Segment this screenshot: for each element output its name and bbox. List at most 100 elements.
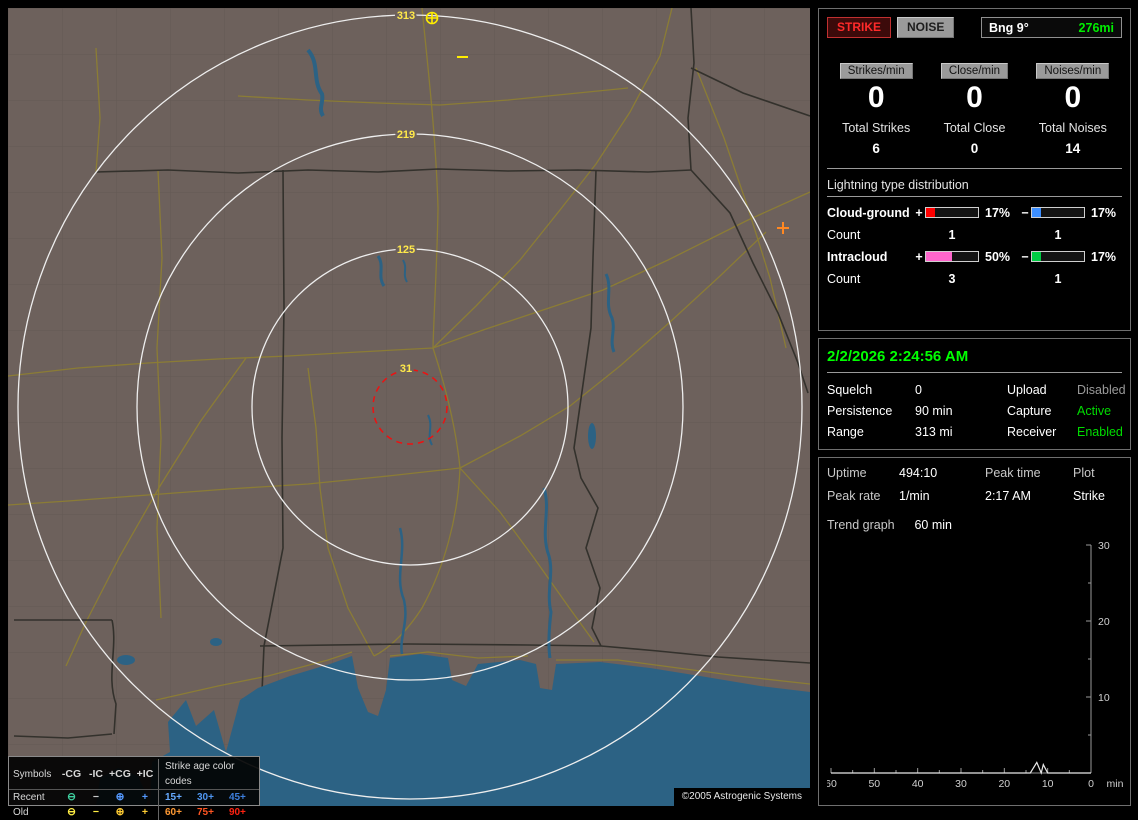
ic-plus-gauge-fill <box>926 252 952 261</box>
lightning-map[interactable]: 313 219 125 31 <box>8 8 810 806</box>
total-noises-value: 14 <box>1065 140 1081 156</box>
capture-value: Active <box>1077 404 1112 418</box>
datetime-display: 2/2/2026 2:24:56 AM <box>827 347 1122 373</box>
legend-recent-row: Recent ⊖ − ⊕ + 15+ 30+ 45+ <box>9 790 259 805</box>
upload-label: Upload <box>1007 383 1047 397</box>
intracloud-label: Intracloud <box>827 249 888 264</box>
plot-label: Plot <box>1073 466 1095 480</box>
cg-plus-gauge <box>925 207 979 218</box>
age-45: 45+ <box>228 792 246 803</box>
trend-graph-value: 60 min <box>914 518 953 532</box>
upload-value: Disabled <box>1077 383 1126 397</box>
age-60: 60+ <box>165 807 182 818</box>
x-unit-label: min <box>1107 778 1124 790</box>
right-panel: STRIKE NOISE Bng 9° 276mi Strikes/min 0 … <box>818 8 1131 806</box>
x-tick-60: 60 <box>827 778 837 790</box>
total-noises-label: Total Noises <box>1038 120 1107 135</box>
cg-plus-count: 1 <box>948 227 956 242</box>
lightning-distribution-table: Cloud-ground + 17% − 17% Count 1 1 Intra… <box>827 206 1122 286</box>
trend-graph-label: Trend graph <box>827 518 895 532</box>
age-15: 15+ <box>165 792 182 803</box>
uptime-value: 494:10 <box>899 466 938 480</box>
ring-label-313: 313 <box>397 10 415 22</box>
minus-sign: − <box>1021 205 1029 220</box>
bearing-value: Bng 9° <box>989 20 1029 35</box>
trend-graph: 60 50 40 30 20 10 0 min 30 20 10 <box>825 540 1124 790</box>
plot-value: Strike <box>1073 489 1105 503</box>
old-pic-icon: + <box>141 806 149 818</box>
bearing-distance: 276mi <box>1078 20 1114 35</box>
plus-sign: + <box>915 205 923 220</box>
noises-per-min-label: Noises/min <box>1036 63 1110 79</box>
capture-label: Capture <box>1007 404 1052 418</box>
ic-minus-count: 1 <box>1054 271 1062 286</box>
x-tick-50: 50 <box>868 778 880 790</box>
legend-recent-label: Recent <box>13 792 45 803</box>
noises-per-min: Noises/min 0 <box>1024 61 1122 114</box>
recent-age-codes: 15+ 30+ 45+ <box>158 790 255 805</box>
x-tick-20: 20 <box>998 778 1010 790</box>
x-tick-30: 30 <box>955 778 967 790</box>
distribution-title: Lightning type distribution <box>827 178 1122 197</box>
copyright-notice: ©2005 Astrogenic Systems <box>673 788 810 806</box>
recent-nic-icon: − <box>92 791 100 803</box>
axis-ticks <box>830 544 1092 774</box>
ic-minus-gauge <box>1031 251 1085 262</box>
y-tick-30: 30 <box>1098 540 1110 552</box>
uptime-label: Uptime <box>827 466 867 480</box>
cg-minus-percent: 17% <box>1091 205 1117 220</box>
strike-symbol-positive-cg <box>425 11 439 25</box>
ic-count-label: Count <box>827 271 861 286</box>
old-pcg-icon: ⊕ <box>115 806 125 818</box>
recent-pcg-icon: ⊕ <box>115 791 125 803</box>
cg-count-label: Count <box>827 227 861 242</box>
peak-time-value: 2:17 AM <box>985 489 1031 503</box>
map-legend: Symbols -CG -IC +CG +IC Strike age color… <box>8 756 260 820</box>
total-strikes-value: 6 <box>872 140 880 156</box>
legend-col-ncg: -CG <box>61 767 82 780</box>
strike-toggle-button[interactable]: STRIKE <box>827 17 892 38</box>
plus-sign: + <box>915 249 923 264</box>
ic-plus-gauge <box>925 251 979 262</box>
receiver-label: Receiver <box>1007 425 1057 439</box>
noise-toggle-button[interactable]: NOISE <box>897 17 955 38</box>
age-90: 90+ <box>228 807 246 818</box>
ic-plus-percent: 50% <box>985 249 1011 264</box>
legend-old-label: Old <box>13 807 29 818</box>
x-tick-40: 40 <box>912 778 924 790</box>
ring-label-219: 219 <box>397 129 415 141</box>
total-close-label: Total Close <box>943 120 1006 135</box>
x-tick-10: 10 <box>1042 778 1054 790</box>
cloud-ground-label: Cloud-ground <box>827 205 910 220</box>
strike-statistics-section: STRIKE NOISE Bng 9° 276mi Strikes/min 0 … <box>818 8 1131 331</box>
total-strikes-label: Total Strikes <box>842 120 911 135</box>
map-container: 313 219 125 31 Symbols -CG -IC +CG +IC S… <box>8 8 810 820</box>
legend-symbols-title: Symbols <box>13 768 52 780</box>
ic-plus-count: 3 <box>948 271 956 286</box>
recent-pic-icon: + <box>141 791 149 803</box>
total-close-value: 0 <box>970 140 979 156</box>
legend-old-row: Old ⊖ − ⊕ + 60+ 75+ 90+ <box>9 805 259 820</box>
ring-label-125: 125 <box>397 244 415 256</box>
system-status-section: 2/2/2026 2:24:56 AM Squelch 0 Upload Dis… <box>818 338 1131 450</box>
trend-graph-setting: Trend graph 60 min <box>827 518 1122 532</box>
minus-sign: − <box>1021 249 1029 264</box>
total-strikes: Total Strikes 6 <box>827 121 925 156</box>
ic-minus-percent: 17% <box>1091 249 1117 264</box>
cg-plus-gauge-fill <box>926 208 935 217</box>
squelch-label: Squelch <box>827 383 873 397</box>
close-per-min-value: 0 <box>966 81 983 114</box>
noises-per-min-value: 0 <box>1064 81 1082 114</box>
age-30: 30+ <box>196 792 214 803</box>
cg-minus-gauge <box>1031 207 1085 218</box>
legend-col-pic: +IC <box>136 767 154 780</box>
x-tick-0: 0 <box>1088 778 1094 790</box>
peak-time-label: Peak time <box>985 466 1041 480</box>
trend-section: Uptime 494:10 Peak time Plot Peak rate 1… <box>818 457 1131 806</box>
legend-col-nic: -IC <box>89 767 103 780</box>
status-grid: Squelch 0 Upload Disabled Persistence 90… <box>827 383 1126 439</box>
old-age-codes: 60+ 75+ 90+ <box>158 805 255 820</box>
cg-minus-gauge-fill <box>1032 208 1041 217</box>
receiver-value: Enabled <box>1077 425 1123 439</box>
old-ncg-icon: ⊖ <box>67 806 76 818</box>
